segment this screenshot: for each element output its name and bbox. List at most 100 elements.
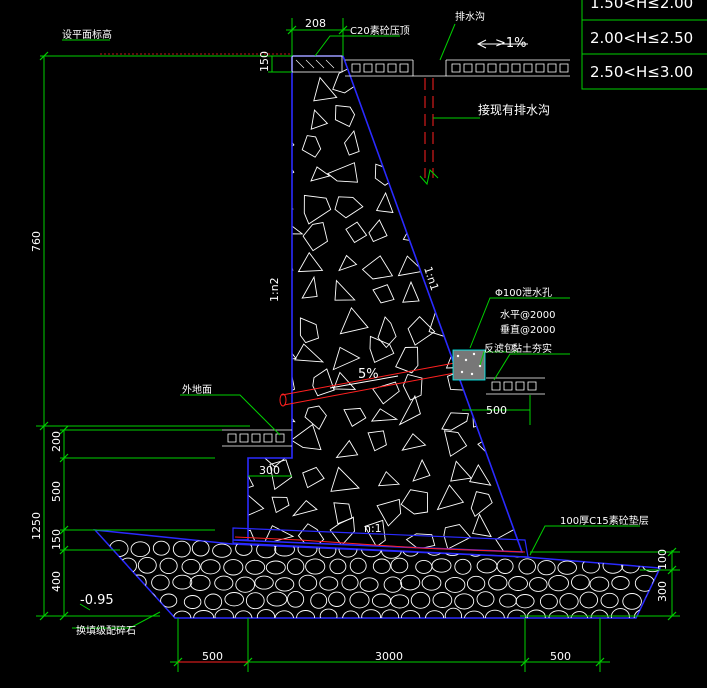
rubble-stone xyxy=(477,228,500,255)
dim-top-width: 208 xyxy=(305,17,326,30)
label-base-ratio: n:1 xyxy=(364,522,382,535)
crushed-stone xyxy=(390,557,409,574)
crushed-stone xyxy=(298,574,318,592)
rubble-stone xyxy=(506,433,522,462)
rubble-stone xyxy=(291,499,318,517)
crushed-stone xyxy=(214,575,234,591)
crushed-stone xyxy=(266,591,288,607)
rubble-stone xyxy=(304,405,327,431)
label-clay-seal: 黏土夯实 xyxy=(512,342,552,355)
rubble-stone xyxy=(443,281,469,310)
crushed-stone xyxy=(454,593,475,610)
rubble-stone xyxy=(233,529,257,552)
label-filter-pack: 反滤包 xyxy=(484,342,514,355)
label-connect-existing: 接现有排水沟 xyxy=(478,102,550,117)
crushed-stone xyxy=(95,609,106,618)
rubble-stone xyxy=(338,254,358,272)
rubble-stone xyxy=(297,251,324,273)
crushed-stone xyxy=(600,592,619,609)
crushed-stone xyxy=(508,576,528,591)
rubble-stone xyxy=(239,72,260,93)
rubble-stone xyxy=(471,164,498,190)
rubble-stone xyxy=(240,132,261,158)
crushed-stone xyxy=(539,593,558,610)
crushed-stone xyxy=(189,574,211,591)
crushed-stone xyxy=(371,593,392,608)
crushed-stone xyxy=(415,559,433,574)
crushed-stone xyxy=(172,540,191,558)
crushed-stone xyxy=(265,560,286,575)
rubble-stone xyxy=(395,346,419,374)
rubble-stone xyxy=(472,378,494,401)
rubble-stone xyxy=(269,71,288,95)
rubble-stone xyxy=(402,100,424,123)
crushed-stone xyxy=(589,576,610,592)
crushed-stone xyxy=(95,576,106,592)
crushed-stone xyxy=(476,558,498,574)
label-batter-left: 1:n2 xyxy=(268,277,281,302)
dim-150: 150 xyxy=(50,529,63,550)
dim-1250: 1250 xyxy=(30,512,43,540)
rubble-stone xyxy=(372,284,395,304)
rubble-stone xyxy=(242,104,268,126)
rubble-stone xyxy=(412,458,431,482)
rubble-stone xyxy=(406,198,428,217)
table-row-2: 2.00<H≤2.50 xyxy=(590,29,693,47)
rubble-stone xyxy=(402,280,420,303)
label-weep-vertical: 垂直@2000 xyxy=(500,323,555,336)
rubble-stone xyxy=(301,275,318,299)
rubble-stone xyxy=(441,412,469,431)
crushed-stone xyxy=(579,591,599,609)
rubble-stone xyxy=(477,279,494,300)
crushed-stone xyxy=(570,611,589,618)
crushed-stone xyxy=(235,576,256,593)
dim-base-mid: 3000 xyxy=(375,650,403,663)
label-c20-cap: C20素砼压顶 xyxy=(350,24,410,37)
rubble-stone xyxy=(233,378,254,396)
crushed-stone xyxy=(557,560,577,575)
rubble-stone xyxy=(407,316,436,346)
crushed-stone xyxy=(402,542,420,557)
crushed-stone xyxy=(431,558,452,573)
rubble-stone xyxy=(466,194,493,217)
rubble-stone xyxy=(235,200,258,219)
crushed-stone xyxy=(245,559,266,575)
crushed-stone xyxy=(274,610,295,618)
crushed-stone xyxy=(383,576,403,593)
crushed-stone xyxy=(287,590,305,608)
rubble-stone xyxy=(290,423,322,451)
crushed-stone xyxy=(634,574,655,592)
rubble-stone xyxy=(377,470,401,487)
dim-500-drain: 500 xyxy=(486,404,507,417)
rubble-stone xyxy=(310,109,329,130)
dimension-text: 208 150 760 200 500 1250 150 400 300 500… xyxy=(30,17,669,663)
rubble-stone xyxy=(480,305,499,334)
rubble-stone xyxy=(329,516,355,547)
rubble-stone xyxy=(268,134,295,159)
crushed-stone xyxy=(151,574,170,591)
rubble-stone xyxy=(440,250,465,275)
rubble-stone xyxy=(450,460,473,482)
crushed-stone xyxy=(515,594,535,609)
retaining-wall-section-drawing: 1.50<H≤2.00 2.00<H≤2.50 2.50<H≤3.00 设平面标… xyxy=(30,0,707,672)
crushed-stone xyxy=(191,540,210,557)
rubble-stone xyxy=(302,466,325,489)
rubble-stone xyxy=(501,464,522,488)
rubble-stone xyxy=(241,250,262,280)
rubble-stone xyxy=(505,254,522,285)
crushed-stone xyxy=(275,577,295,592)
rubble-stone xyxy=(276,107,292,129)
dim-300-right: 300 xyxy=(656,581,669,602)
rubble-stone xyxy=(377,316,397,349)
crushed-stone xyxy=(310,592,328,609)
crushed-stone xyxy=(372,558,391,574)
drain-connection xyxy=(419,78,480,186)
rubble-stone xyxy=(400,489,429,515)
crushed-stone xyxy=(602,557,624,574)
label-elevation: -0.95 xyxy=(80,593,114,608)
rubble-stone xyxy=(233,158,257,186)
crushed-stone xyxy=(529,577,548,592)
rubble-stone xyxy=(334,104,356,128)
rubble-stone xyxy=(260,438,288,468)
rubble-stone xyxy=(470,491,493,518)
